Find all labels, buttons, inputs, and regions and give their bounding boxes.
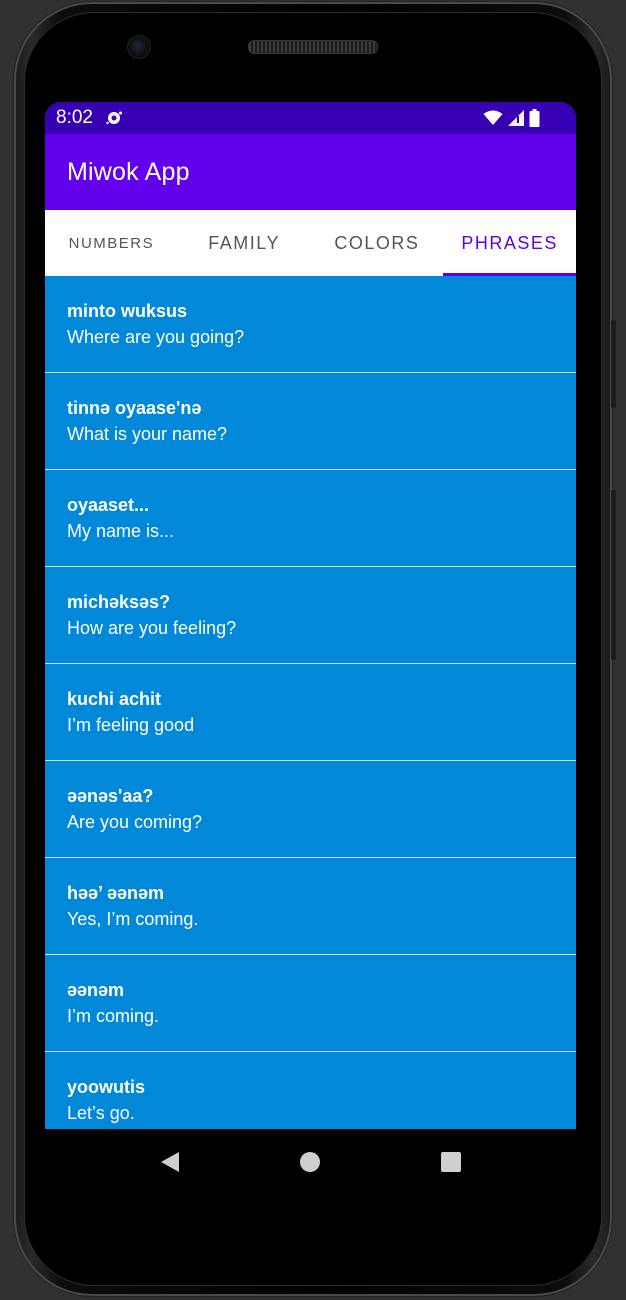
miwok-translation: əənəm <box>67 980 125 1000</box>
recents-icon[interactable] <box>431 1142 471 1182</box>
list-item[interactable]: əənəm I’m coming. <box>45 955 576 1052</box>
tab-family[interactable]: FAMILY <box>178 210 311 276</box>
status-bar: 8:02 <box>45 102 576 134</box>
miwok-translation: kuchi achit <box>67 689 162 709</box>
signal-icon <box>508 110 524 131</box>
miwok-translation: yoowutis <box>67 1077 146 1097</box>
list-item[interactable]: həə’ əənəm Yes, I’m coming. <box>45 858 576 955</box>
default-translation: Where are you going? <box>67 327 245 347</box>
tab-colors[interactable]: COLORS <box>311 210 444 276</box>
notification-icon <box>105 109 123 127</box>
list-item[interactable]: michəksəs? How are you feeling? <box>45 567 576 664</box>
list-item[interactable]: kuchi achit I’m feeling good <box>45 664 576 761</box>
default-translation: Let’s go. <box>67 1103 135 1123</box>
wifi-icon <box>483 110 503 131</box>
back-icon[interactable] <box>150 1142 190 1182</box>
list-item[interactable]: minto wuksus Where are you going? <box>45 276 576 373</box>
default-translation: I’m coming. <box>67 1006 160 1026</box>
phrases-list: minto wuksus Where are you going? tinnə … <box>45 276 576 1129</box>
default-translation: I’m feeling good <box>67 715 195 735</box>
default-translation: Yes, I’m coming. <box>67 909 199 929</box>
app-bar: Miwok App <box>45 134 576 210</box>
screen: 8:02 Miwok App NUMBERS FAMILY COLORS PHR… <box>45 102 576 1129</box>
front-camera <box>127 35 151 59</box>
navigation-bar <box>45 1129 576 1195</box>
miwok-translation: minto wuksus <box>67 301 188 321</box>
volume-button <box>611 490 616 660</box>
default-translation: What is your name? <box>67 424 228 444</box>
default-translation: How are you feeling? <box>67 618 237 638</box>
list-item[interactable]: əənəs'aa? Are you coming? <box>45 761 576 858</box>
default-translation: Are you coming? <box>67 812 203 832</box>
status-icons <box>483 109 540 132</box>
miwok-translation: əənəs'aa? <box>67 786 154 806</box>
miwok-translation: michəksəs? <box>67 592 171 612</box>
power-button <box>611 320 616 408</box>
earpiece-speaker <box>248 40 378 54</box>
miwok-translation: oyaaset... <box>67 495 150 515</box>
tab-bar: NUMBERS FAMILY COLORS PHRASES <box>45 210 576 276</box>
app-title: Miwok App <box>67 157 190 186</box>
list-item[interactable]: tinnə oyaase'nə What is your name? <box>45 373 576 470</box>
home-icon[interactable] <box>290 1142 330 1182</box>
tab-numbers[interactable]: NUMBERS <box>45 210 178 276</box>
status-time: 8:02 <box>56 107 93 128</box>
list-item[interactable]: yoowutis Let’s go. <box>45 1052 576 1129</box>
miwok-translation: tinnə oyaase'nə <box>67 398 202 418</box>
default-translation: My name is... <box>67 521 175 541</box>
miwok-translation: həə’ əənəm <box>67 883 165 903</box>
list-item[interactable]: oyaaset... My name is... <box>45 470 576 567</box>
battery-icon <box>529 109 540 132</box>
tab-phrases[interactable]: PHRASES <box>443 210 576 276</box>
